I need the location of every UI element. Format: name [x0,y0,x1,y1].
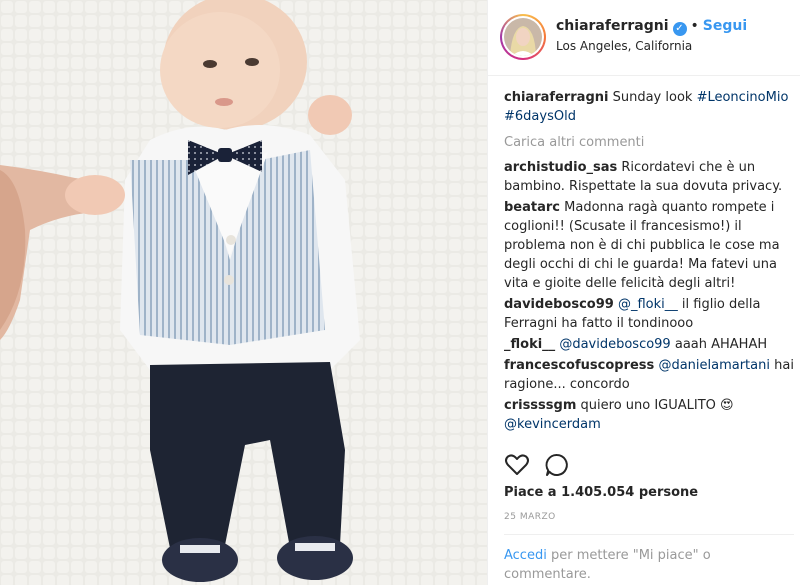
comment-item: davidebosco99 @_floki__ il figlio della … [504,295,794,333]
comments-list: chiaraferragni Sunday look #LeoncinoMio … [504,88,794,436]
separator-bullet: • [690,18,699,34]
post-location[interactable]: Los Angeles, California [556,39,692,53]
login-prompt: Accedi per mettere "Mi piace" o commenta… [504,546,794,584]
load-more-comments-button[interactable]: Carica altri commenti [504,133,794,152]
follow-button[interactable]: Segui [703,18,747,34]
comment-item: crissssgm quiero uno IGUALITO 😍 @kevince… [504,396,794,434]
mention-link[interactable]: @_floki__ [618,297,678,312]
mention-link[interactable]: @danielamartani [658,358,770,373]
post-sidebar: chiaraferragni ✓ • Segui Los Angeles, Calif… [488,0,800,585]
avatar[interactable] [500,14,546,60]
comment-username[interactable]: crissssgm [504,398,576,413]
post-date: 25 MARZO [504,512,556,522]
post-header: chiaraferragni ✓ • Segui Los Angeles, Calif… [488,0,800,76]
comment-item: beatarc Madonna ragà quanto rompete i co… [504,198,794,293]
heart-icon[interactable] [504,452,530,478]
comment-bubble-icon[interactable] [544,452,570,478]
comment-text: quiero uno IGUALITO 😍 [580,398,734,413]
author-username[interactable]: chiaraferragni [556,18,669,34]
mention-link[interactable]: @davidebosco99 [559,337,670,352]
comment-item: _floki__ @davidebosco99 aaah AHAHAH [504,335,794,354]
comment-username[interactable]: archistudio_sas [504,160,617,175]
avatar-image [504,18,542,56]
comment-item: francescofuscopress @danielamartani hai … [504,356,794,394]
user-line: chiaraferragni ✓ • Segui [556,18,747,36]
baby-photo-illustration [0,0,487,585]
likes-count[interactable]: Piace a 1.405.054 persone [504,485,698,500]
comment-username[interactable]: davidebosco99 [504,297,614,312]
comment-username[interactable]: chiaraferragni [504,90,608,105]
mention-link[interactable]: @kevincerdam [504,417,601,432]
comment-text: aaah AHAHAH [670,337,768,352]
verified-badge-icon: ✓ [672,22,687,36]
comment-username[interactable]: beatarc [504,200,560,215]
comment-username[interactable]: francescofuscopress [504,358,654,373]
comment-text: Sunday look [612,90,697,105]
comment-item: chiaraferragni Sunday look #LeoncinoMio … [504,88,794,126]
hashtag-link[interactable]: #LeoncinoMio [697,90,789,105]
hashtag-link[interactable]: #6daysOld [504,109,576,124]
comment-username[interactable]: _floki__ [504,337,555,352]
post-photo[interactable] [0,0,487,585]
comment-item: archistudio_sas Ricordatevi che è un bam… [504,158,794,196]
section-divider [504,534,794,535]
action-bar [504,452,784,480]
login-link[interactable]: Accedi [504,548,547,563]
